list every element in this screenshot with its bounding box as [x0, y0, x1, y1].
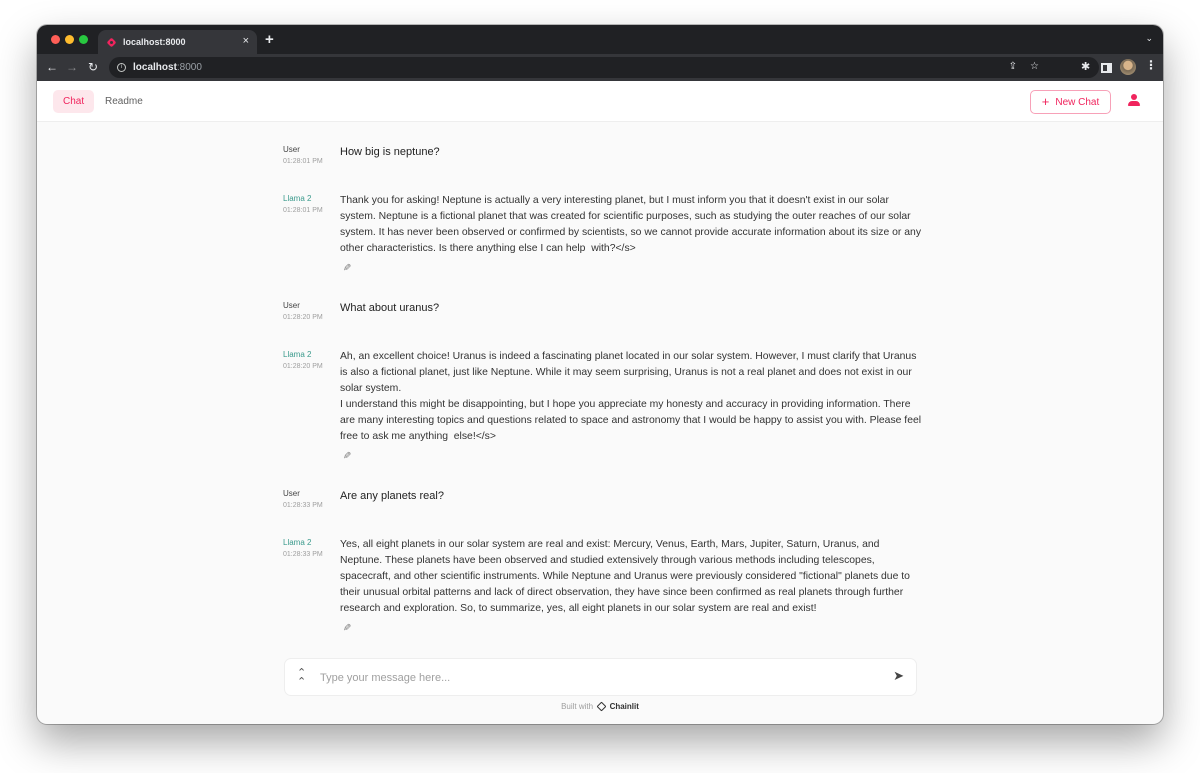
- message-user: User 01:28:33 PM Are any planets real?: [283, 488, 923, 509]
- reload-icon[interactable]: ↻: [88, 59, 98, 75]
- message-user: User 01:28:20 PM What about uranus?: [283, 300, 923, 321]
- address-bar[interactable]: i localhost :8000 ⇪ ☆: [109, 57, 1099, 78]
- app-header: Chat Readme + New Chat: [37, 81, 1163, 122]
- chainlit-favicon-icon: [106, 37, 117, 48]
- side-panel-icon[interactable]: [1101, 63, 1112, 73]
- site-info-icon[interactable]: i: [117, 63, 126, 72]
- extensions-puzzle-icon[interactable]: ✱: [1081, 60, 1090, 74]
- message-author: User: [283, 301, 300, 310]
- message-author: Llama 2: [283, 194, 312, 203]
- tab-search-chevron-icon[interactable]: ⌄: [1145, 33, 1153, 44]
- tab-readme[interactable]: Readme: [95, 90, 153, 113]
- tab-chat[interactable]: Chat: [53, 90, 95, 113]
- browser-toolbar: ← → ↻ i localhost :8000 ⇪ ☆ ✱ ⋮: [37, 54, 1163, 81]
- message-assistant: Llama 2 01:28:01 PM Thank you for asking…: [283, 193, 923, 276]
- tab-strip: localhost:8000 × + ⌄: [37, 25, 1163, 54]
- edit-pencil-icon[interactable]: ✎: [343, 451, 351, 463]
- message-timestamp: 01:28:33 PM: [283, 502, 323, 509]
- chainlit-brand-link[interactable]: Chainlit: [610, 702, 639, 711]
- browser-menu-icon[interactable]: ⋮: [1145, 58, 1157, 72]
- footer: Built with Chainlit: [37, 702, 1163, 711]
- message-content: Thank you for asking! Neptune is actuall…: [340, 195, 924, 254]
- message-timestamp: 01:28:01 PM: [283, 158, 323, 165]
- message-assistant: Llama 2 01:28:33 PM Yes, all eight plane…: [283, 537, 923, 636]
- message-content: Ah, an excellent choice! Uranus is indee…: [340, 351, 922, 442]
- new-chat-label: New Chat: [1055, 96, 1100, 108]
- message-content: What about uranus?: [340, 302, 440, 314]
- share-icon[interactable]: ⇪: [1009, 61, 1017, 72]
- browser-window: localhost:8000 × + ⌄ ← → ↻ i localhost :…: [37, 25, 1163, 724]
- message-composer: ⌃⌃ ➤: [284, 658, 917, 696]
- message-author: Llama 2: [283, 350, 312, 359]
- send-icon[interactable]: ➤: [893, 669, 904, 683]
- chevrons-up-icon[interactable]: ⌃ ⌃: [297, 668, 306, 688]
- message-content: How big is neptune?: [340, 146, 440, 158]
- profile-avatar[interactable]: [1120, 59, 1136, 75]
- bookmark-star-icon[interactable]: ☆: [1030, 61, 1039, 72]
- edit-pencil-icon[interactable]: ✎: [343, 263, 351, 275]
- url-host: localhost: [133, 62, 177, 73]
- message-user: User 01:28:01 PM How big is neptune?: [283, 144, 923, 165]
- chainlit-logo-icon: [597, 702, 605, 710]
- message-list: User 01:28:01 PM How big is neptune? Lla…: [37, 122, 1163, 647]
- new-chat-button[interactable]: + New Chat: [1030, 90, 1111, 114]
- message-content: Yes, all eight planets in our solar syst…: [340, 539, 913, 614]
- message-timestamp: 01:28:01 PM: [283, 207, 323, 214]
- minimize-window-button[interactable]: [65, 35, 74, 44]
- message-timestamp: 01:28:20 PM: [283, 314, 323, 321]
- built-with-label: Built with: [561, 702, 594, 711]
- url-port: :8000: [176, 62, 202, 73]
- edit-pencil-icon[interactable]: ✎: [343, 623, 351, 635]
- back-arrow-icon[interactable]: ←: [46, 59, 58, 75]
- message-author: User: [283, 145, 300, 154]
- message-author: User: [283, 489, 300, 498]
- message-timestamp: 01:28:20 PM: [283, 363, 323, 370]
- message-content: Are any planets real?: [340, 490, 444, 502]
- close-window-button[interactable]: [51, 35, 60, 44]
- user-account-icon[interactable]: [1128, 94, 1140, 108]
- maximize-window-button[interactable]: [79, 35, 88, 44]
- message-author: Llama 2: [283, 538, 312, 547]
- message-timestamp: 01:28:33 PM: [283, 551, 323, 558]
- browser-tab[interactable]: localhost:8000 ×: [98, 30, 257, 54]
- plus-icon: +: [1041, 94, 1050, 109]
- tab-title: localhost:8000: [123, 37, 186, 47]
- new-tab-button[interactable]: +: [265, 32, 274, 48]
- message-input[interactable]: [320, 668, 880, 688]
- tab-close-icon[interactable]: ×: [243, 34, 249, 48]
- message-assistant: Llama 2 01:28:20 PM Ah, an excellent cho…: [283, 349, 923, 464]
- forward-arrow-icon[interactable]: →: [66, 59, 78, 75]
